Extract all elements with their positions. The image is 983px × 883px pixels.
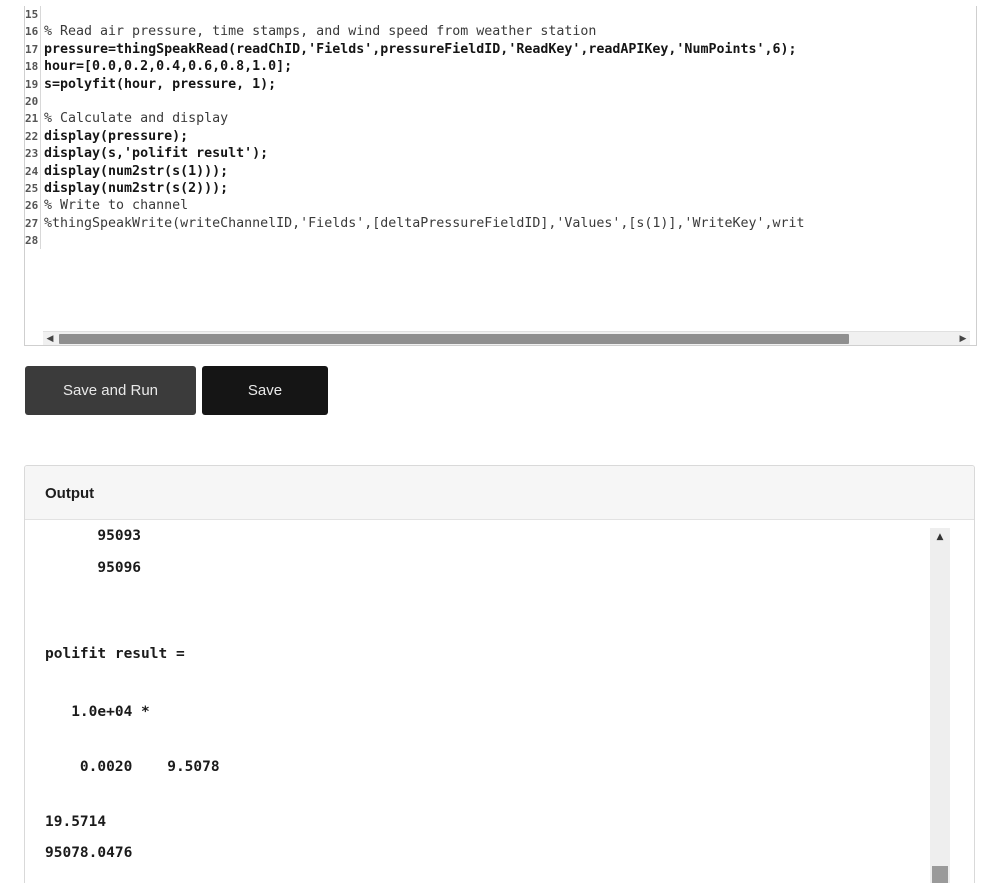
scrollbar-thumb[interactable]: [932, 866, 948, 883]
line-number: 19: [25, 75, 41, 93]
output-line: 95096: [45, 560, 142, 576]
line-number: 23: [25, 145, 41, 163]
code-text: pressure=thingSpeakRead(readChID,'Fields…: [44, 41, 797, 57]
code-line: 26% Write to channel: [25, 197, 976, 215]
scrollbar-thumb[interactable]: [59, 334, 849, 344]
output-line: 0.0020 9.5078: [45, 759, 220, 775]
code-text: s=polyfit(hour, pressure, 1);: [44, 76, 277, 92]
line-number: 18: [25, 58, 41, 76]
code-text: % Read air pressure, time stamps, and wi…: [44, 24, 597, 40]
line-number: 20: [25, 92, 41, 111]
code-line: 28: [25, 232, 976, 250]
output-body[interactable]: 95093 95096 polifit result = 1.0e+04 * 0…: [25, 520, 974, 883]
output-line: polifit result =: [45, 646, 185, 662]
save-button[interactable]: Save: [202, 366, 328, 415]
line-number: 25: [25, 179, 41, 198]
line-number: 17: [25, 40, 41, 59]
code-line: 20: [25, 92, 976, 111]
output-line: 19.5714: [45, 814, 107, 830]
line-number: 21: [25, 110, 41, 128]
scroll-left-icon[interactable]: ◀: [43, 332, 57, 345]
code-editor[interactable]: 15 16% Read air pressure, time stamps, an…: [24, 6, 977, 346]
line-number: 16: [25, 23, 41, 41]
code-text: %thingSpeakWrite(writeChannelID,'Fields'…: [44, 215, 805, 231]
scroll-up-icon[interactable]: ▲: [930, 532, 950, 542]
save-and-run-button[interactable]: Save and Run: [25, 366, 196, 415]
code-text: display(num2str(s(2)));: [44, 180, 229, 196]
code-text: display(num2str(s(1)));: [44, 163, 229, 179]
line-number: 15: [25, 6, 41, 24]
code-line: 18 hour=[0.0,0.2,0.4,0.6,0.8,1.0];: [25, 58, 976, 76]
line-number: 24: [25, 162, 41, 180]
scroll-right-icon[interactable]: ▶: [956, 332, 970, 345]
output-line: 95093: [45, 528, 142, 544]
code-line: 17 pressure=thingSpeakRead(readChID,'Fiel…: [25, 40, 976, 59]
vertical-scrollbar[interactable]: ▲: [930, 528, 950, 883]
line-number: 22: [25, 127, 41, 146]
line-number: 28: [25, 232, 41, 250]
code-text: hour=[0.0,0.2,0.4,0.6,0.8,1.0];: [44, 59, 293, 75]
code-line: 27 %thingSpeakWrite(writeChannelID,'Field…: [25, 214, 976, 233]
line-number: 27: [25, 214, 41, 233]
code-line: 25 display(num2str(s(2)));: [25, 179, 976, 198]
code-line: 22 display(pressure);: [25, 127, 976, 146]
code-line: 15: [25, 6, 976, 24]
output-title: Output: [25, 466, 974, 520]
code-text: display(pressure);: [44, 128, 189, 144]
code-text: % Write to channel: [44, 198, 189, 214]
horizontal-scrollbar[interactable]: ◀ ▶: [43, 331, 970, 345]
output-line: 95078.0476: [45, 845, 133, 861]
code-line: 21% Calculate and display: [25, 110, 976, 128]
output-panel: Output 95093 95096 polifit result = 1.0e…: [24, 465, 975, 883]
code-text: % Calculate and display: [44, 111, 229, 127]
code-line: 23 display(s,'polifit result');: [25, 145, 976, 163]
output-line: 1.0e+04 *: [45, 704, 150, 720]
code-line: 19 s=polyfit(hour, pressure, 1);: [25, 75, 976, 93]
code-lines: 15 16% Read air pressure, time stamps, an…: [25, 6, 976, 250]
code-line: 24 display(num2str(s(1)));: [25, 162, 976, 180]
line-number: 26: [25, 197, 41, 215]
code-line: 16% Read air pressure, time stamps, and …: [25, 23, 976, 41]
code-text: display(s,'polifit result');: [44, 146, 269, 162]
